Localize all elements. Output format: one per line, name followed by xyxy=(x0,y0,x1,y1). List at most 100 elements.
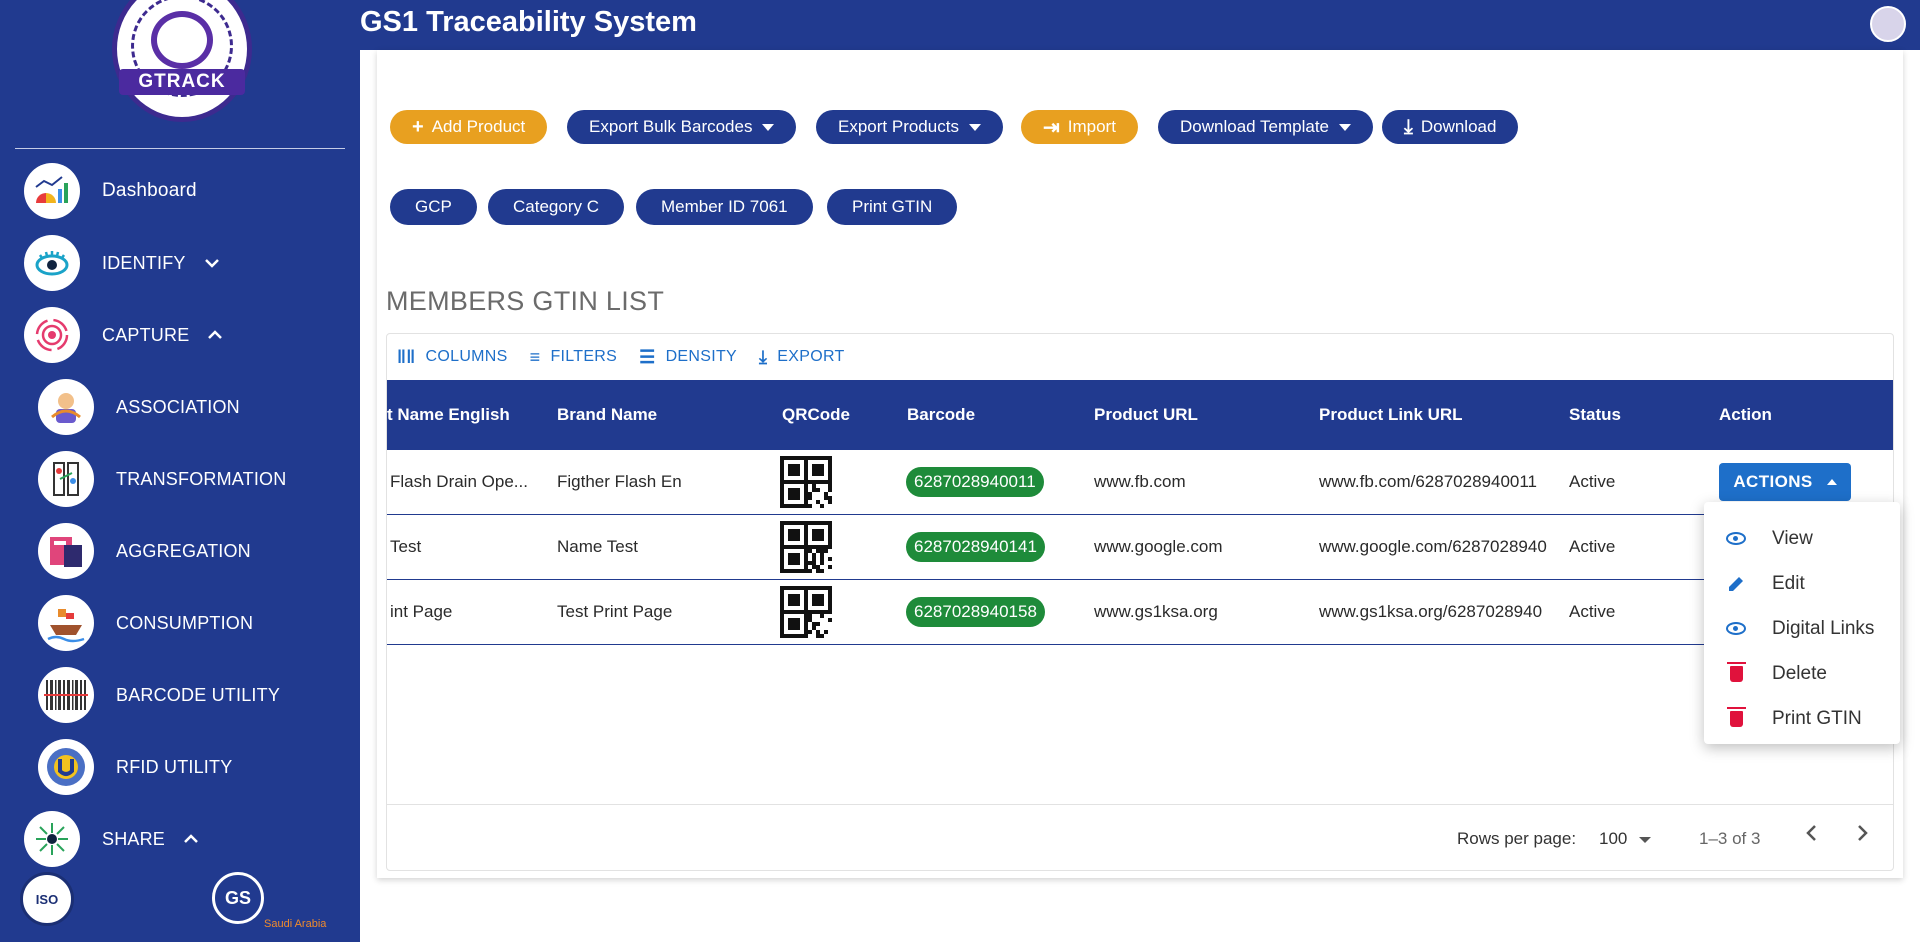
chip-member-id[interactable]: Member ID 7061 xyxy=(636,189,813,225)
column-header-brand[interactable]: Brand Name xyxy=(557,380,757,450)
sidebar-item-rfid-utility[interactable]: RFID UTILITY xyxy=(38,739,232,795)
menu-item-edit[interactable]: Edit xyxy=(1704,561,1900,606)
chip-gcp[interactable]: GCP xyxy=(390,189,477,225)
sidebar: GTRACK Dashboard IDENTIFY CAPTURE ASSOCI… xyxy=(0,0,360,942)
caret-down-icon[interactable] xyxy=(1639,837,1651,843)
sidebar-item-capture[interactable]: CAPTURE xyxy=(24,307,223,363)
sidebar-item-barcode-utility[interactable]: BARCODE UTILITY xyxy=(38,667,280,723)
sidebar-item-dashboard[interactable]: Dashboard xyxy=(24,163,197,219)
column-header-status[interactable]: Status xyxy=(1569,380,1669,450)
density-icon: ☰ xyxy=(639,346,656,367)
cell-status: Active xyxy=(1569,472,1616,491)
export-button[interactable]: ⤓ EXPORT xyxy=(759,347,845,368)
qr-module xyxy=(824,549,828,553)
column-header-name[interactable]: t Name English xyxy=(387,380,537,450)
table-row[interactable]: int Page Test Print Page 6287028940158 w… xyxy=(387,580,1893,645)
menu-item-label: Delete xyxy=(1772,662,1827,684)
export-bulk-barcodes-label: Export Bulk Barcodes xyxy=(589,117,753,136)
cell-product-url: www.gs1ksa.org xyxy=(1094,602,1218,621)
cell-link-url: www.gs1ksa.org/6287028940 xyxy=(1319,602,1543,621)
caret-down-icon xyxy=(968,123,981,131)
qr-module xyxy=(816,622,820,626)
menu-item-delete[interactable]: Delete xyxy=(1704,651,1900,696)
cell-status: Active xyxy=(1569,602,1616,621)
export-bulk-barcodes-button[interactable]: Export Bulk Barcodes xyxy=(567,110,797,144)
cell-link-url: www.google.com/6287028940 xyxy=(1319,537,1547,556)
sidebar-item-share[interactable]: SHARE xyxy=(24,811,199,867)
sidebar-item-label: Dashboard xyxy=(102,180,197,201)
qr-code-icon xyxy=(780,521,832,573)
chevron-up-icon xyxy=(207,325,223,346)
qr-module xyxy=(820,504,824,508)
add-product-button[interactable]: + Add Product xyxy=(390,110,548,144)
qr-module xyxy=(828,557,832,561)
prev-page-button[interactable] xyxy=(1805,823,1819,849)
page-range: 1–3 of 3 xyxy=(1699,829,1761,848)
column-header-qrcode[interactable]: QRCode xyxy=(782,380,882,450)
cell-brand: Test Print Page xyxy=(557,602,673,621)
menu-item-label: Digital Links xyxy=(1772,617,1875,639)
menu-item-digital-links[interactable]: Digital Links xyxy=(1704,606,1900,651)
qr-finder xyxy=(788,553,800,565)
table-row[interactable]: Flash Drain Ope... Figther Flash En 6287… xyxy=(387,450,1893,515)
avatar[interactable] xyxy=(1870,6,1906,42)
sidebar-item-identify[interactable]: IDENTIFY xyxy=(24,235,220,291)
actions-button[interactable]: ACTIONS xyxy=(1719,463,1851,501)
download-button[interactable]: ⤓ Download xyxy=(1382,110,1519,144)
density-button[interactable]: ☰ DENSITY xyxy=(639,347,737,368)
menu-item-print-gtin[interactable]: Print GTIN xyxy=(1704,696,1900,741)
app-title: GS1 Traceability System xyxy=(360,6,697,38)
top-app-bar: GS1 Traceability System xyxy=(360,0,1920,50)
chip-category[interactable]: Category C xyxy=(488,189,624,225)
actions-menu: View Edit Digital Links Delete Print GTI… xyxy=(1704,502,1900,744)
plus-icon: + xyxy=(412,115,424,138)
aggregation-icon xyxy=(38,523,94,579)
download-template-label: Download Template xyxy=(1180,117,1329,136)
data-grid: ‖‖ COLUMNS ≡ FILTERS ☰ DENSITY ⤓ EXPORT t Na… xyxy=(386,333,1894,871)
footer-logos: ISO GS Saudi Arabia xyxy=(0,866,360,942)
menu-item-view[interactable]: View xyxy=(1704,516,1900,561)
qr-finder xyxy=(788,618,800,630)
filters-button[interactable]: ≡ FILTERS xyxy=(530,347,618,368)
dashboard-icon xyxy=(24,163,80,219)
chevron-down-icon xyxy=(204,253,220,274)
qr-finder xyxy=(788,464,800,476)
sidebar-item-label: IDENTIFY xyxy=(102,252,186,273)
association-icon xyxy=(38,379,94,435)
sidebar-item-association[interactable]: ASSOCIATION xyxy=(38,379,240,435)
cell-name: Test xyxy=(390,537,422,556)
qr-module xyxy=(820,614,824,618)
qr-finder xyxy=(812,594,824,606)
sidebar-item-consumption[interactable]: CONSUMPTION xyxy=(38,595,253,651)
import-button[interactable]: ⇥ Import xyxy=(1021,110,1138,144)
logo-chain xyxy=(151,11,213,69)
qr-module xyxy=(820,634,824,638)
column-header-product-url[interactable]: Product URL xyxy=(1094,380,1274,450)
trash-icon xyxy=(1724,706,1748,727)
gtrack-logo: GTRACK xyxy=(112,0,252,122)
download-template-button[interactable]: Download Template xyxy=(1158,110,1373,144)
table-row[interactable]: Test Name Test 6287028940141 www.google.… xyxy=(387,515,1893,580)
consumption-icon xyxy=(38,595,94,651)
export-products-button[interactable]: Export Products xyxy=(816,110,1003,144)
column-header-action: Action xyxy=(1719,405,1772,424)
cell-brand: Name Test xyxy=(557,537,638,556)
sidebar-item-aggregation[interactable]: AGGREGATION xyxy=(38,523,251,579)
columns-button[interactable]: ‖‖ COLUMNS xyxy=(397,347,508,368)
sidebar-item-transformation[interactable]: TRANSFORMATION xyxy=(38,451,286,507)
chip-print-gtin[interactable]: Print GTIN xyxy=(827,189,958,225)
qr-module xyxy=(828,618,832,622)
next-page-button[interactable] xyxy=(1855,823,1869,849)
qr-module xyxy=(808,496,812,500)
sidebar-item-label: RFID UTILITY xyxy=(116,756,233,777)
sidebar-divider xyxy=(15,148,345,149)
cell-status: Active xyxy=(1569,537,1616,556)
column-header-link-url[interactable]: Product Link URL xyxy=(1319,380,1519,450)
qr-finder xyxy=(788,594,800,606)
menu-item-label: Print GTIN xyxy=(1772,707,1862,729)
caret-down-icon xyxy=(1339,123,1351,131)
column-header-barcode[interactable]: Barcode xyxy=(907,380,1057,450)
gs1-logo: GS Saudi Arabia xyxy=(212,872,332,936)
rows-per-page-select[interactable]: 100 xyxy=(1599,829,1627,849)
import-icon: ⇥ xyxy=(1043,116,1060,139)
